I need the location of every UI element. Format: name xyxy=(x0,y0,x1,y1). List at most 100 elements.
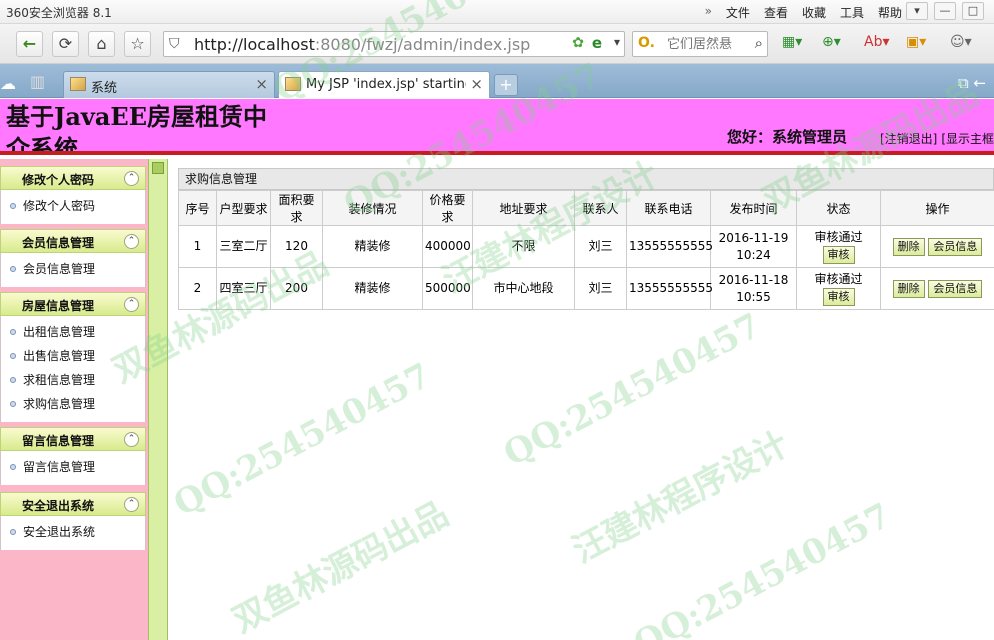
column-header: 联系人 xyxy=(574,190,627,226)
menu-favorites[interactable]: 收藏 xyxy=(802,4,826,21)
show-home-link[interactable]: [显示主框 xyxy=(941,132,994,146)
sidebar-item-label: 安全退出系统 xyxy=(23,525,96,539)
audit-button[interactable]: 审核 xyxy=(822,288,855,306)
group-body: 修改个人密码 xyxy=(0,190,146,224)
chevron-down-icon[interactable]: ▾ xyxy=(614,35,620,49)
sidebar-item-members[interactable]: 会员信息管理 xyxy=(1,257,145,281)
cell-decor: 精装修 xyxy=(322,267,423,310)
cell-area: 120 xyxy=(270,225,323,268)
maximize-icon[interactable]: □ xyxy=(962,2,984,20)
cell-contact: 刘三 xyxy=(574,225,627,268)
back-arrow-icon[interactable]: ← xyxy=(16,31,43,57)
delete-button[interactable]: 删除 xyxy=(892,237,925,256)
close-icon[interactable]: × xyxy=(470,75,483,93)
group-body: 出租信息管理 出售信息管理 求租信息管理 求购信息管理 xyxy=(0,316,146,422)
sidebar-toggle-icon[interactable]: ▥ xyxy=(30,72,45,91)
sidebar-item-rent-out[interactable]: 出租信息管理 xyxy=(1,320,145,344)
sidebar-item-sale[interactable]: 出售信息管理 xyxy=(1,344,145,368)
member-info-button[interactable]: 会员信息 xyxy=(928,279,983,298)
cell-address: 市中心地段 xyxy=(472,267,575,310)
tab-label: My JSP 'index.jsp' starting p xyxy=(306,77,466,92)
group-header[interactable]: 安全退出系统 ⌃ xyxy=(0,492,146,516)
cell-actions: 删除 会员信息 xyxy=(880,267,994,310)
sidebar-item-messages[interactable]: 留言信息管理 xyxy=(1,455,145,479)
collapse-icon[interactable]: ⌃ xyxy=(124,171,139,186)
group-body: 会员信息管理 xyxy=(0,253,146,287)
close-icon[interactable]: × xyxy=(255,75,268,93)
sidebar-item-want-buy[interactable]: 求购信息管理 xyxy=(1,392,145,416)
collapse-icon[interactable]: ⌃ xyxy=(124,497,139,512)
menu-help[interactable]: 帮助 xyxy=(878,4,902,21)
group-members: 会员信息管理 ⌃ 会员信息管理 xyxy=(0,229,146,287)
sidebar-menu: 修改个人密码 ⌃ 修改个人密码 会员信息管理 ⌃ 会员信息管理 房屋信息管理 ⌃… xyxy=(0,159,148,640)
tab-menu-icon[interactable]: ⧉ ← xyxy=(958,74,986,92)
logout-link[interactable]: [注销退出] xyxy=(880,132,937,146)
address-bar[interactable]: ⛉ http://localhost:8080/fwzj/admin/index… xyxy=(163,31,625,57)
collapse-icon[interactable]: ⌃ xyxy=(124,297,139,312)
compat-mode-icon[interactable]: e xyxy=(592,34,602,52)
column-header: 地址要求 xyxy=(472,190,575,226)
menu-view[interactable]: 查看 xyxy=(764,4,788,21)
group-header[interactable]: 会员信息管理 ⌃ xyxy=(0,229,146,253)
tab-system[interactable]: 系统 × xyxy=(63,71,275,98)
extension-icon[interactable]: ☺▾ xyxy=(950,34,972,50)
bullet-icon xyxy=(10,464,16,470)
group-header[interactable]: 修改个人密码 ⌃ xyxy=(0,166,146,190)
collapse-icon[interactable]: ⌃ xyxy=(124,432,139,447)
audit-button[interactable]: 审核 xyxy=(822,246,855,264)
home-icon[interactable]: ⌂ xyxy=(88,31,115,57)
column-header: 价格要求 xyxy=(422,190,473,226)
delete-button[interactable]: 删除 xyxy=(892,279,925,298)
sidebar-splitter[interactable] xyxy=(148,159,168,640)
sidebar: 修改个人密码 ⌃ 修改个人密码 会员信息管理 ⌃ 会员信息管理 房屋信息管理 ⌃… xyxy=(0,159,168,640)
watermark-developer: 汪建林程序设计 xyxy=(566,424,796,572)
cell-area: 200 xyxy=(270,267,323,310)
collapse-icon[interactable]: ⌃ xyxy=(124,234,139,249)
sidebar-item-logout[interactable]: 安全退出系统 xyxy=(1,520,145,544)
sidebar-item-label: 出售信息管理 xyxy=(23,349,96,363)
watermark-qq: QQ:254540457 xyxy=(627,495,898,640)
refresh-icon[interactable]: ⟳ xyxy=(52,31,79,57)
group-password: 修改个人密码 ⌃ 修改个人密码 xyxy=(0,166,146,224)
splitter-handle[interactable] xyxy=(152,162,164,174)
minimize-icon[interactable]: — xyxy=(934,2,956,20)
group-messages: 留言信息管理 ⌃ 留言信息管理 xyxy=(0,427,146,485)
panel-title: 求购信息管理 xyxy=(178,168,994,190)
search-engine-icon[interactable]: O. xyxy=(638,35,655,51)
menu-tools[interactable]: 工具 xyxy=(840,4,864,21)
cell-contact: 刘三 xyxy=(574,267,627,310)
table-header-row: 序号 户型要求 面积要求 装修情况 价格要求 地址要求 联系人 联系电话 发布时… xyxy=(178,190,994,226)
sidebar-item-label: 修改个人密码 xyxy=(23,199,96,213)
translate-icon[interactable]: Ab▾ xyxy=(864,34,890,50)
member-info-button[interactable]: 会员信息 xyxy=(928,237,983,256)
purchase-request-table: 序号 户型要求 面积要求 装修情况 价格要求 地址要求 联系人 联系电话 发布时… xyxy=(178,190,994,310)
security-guard-icon[interactable]: ⊕▾ xyxy=(822,34,841,50)
bullet-icon xyxy=(10,353,16,359)
menu-file[interactable]: 文件 xyxy=(726,4,750,21)
search-icon[interactable]: ⌕ xyxy=(755,34,763,52)
group-header[interactable]: 房屋信息管理 ⌃ xyxy=(0,292,146,316)
star-icon[interactable]: ☆ xyxy=(124,31,151,57)
watermark-qq: QQ:254540457 xyxy=(167,355,438,525)
skin-icon[interactable]: ▾ xyxy=(906,2,928,20)
column-header: 状态 xyxy=(796,190,881,226)
browser-menu: » 文件 查看 收藏 工具 帮助 xyxy=(705,4,902,21)
sidebar-item-want-rent[interactable]: 求租信息管理 xyxy=(1,368,145,392)
bullet-icon xyxy=(10,203,16,209)
cell-no: 2 xyxy=(178,267,217,310)
address-url[interactable]: http://localhost:8080/fwzj/admin/index.j… xyxy=(194,35,530,54)
column-header: 序号 xyxy=(178,190,217,226)
search-box[interactable]: O. ⌕ xyxy=(632,31,768,57)
group-header[interactable]: 留言信息管理 ⌃ xyxy=(0,427,146,451)
column-header: 操作 xyxy=(880,190,994,226)
bullet-icon xyxy=(10,329,16,335)
new-tab-button[interactable]: + xyxy=(494,74,518,96)
reload-icon[interactable]: ✿ xyxy=(572,35,584,51)
menu-more-arrow[interactable]: » xyxy=(705,4,712,21)
apps-grid-icon[interactable]: ▦▾ xyxy=(782,34,802,50)
sidebar-item-change-password[interactable]: 修改个人密码 xyxy=(1,194,145,218)
search-input[interactable] xyxy=(667,35,743,53)
tab-index-jsp[interactable]: My JSP 'index.jsp' starting p × xyxy=(278,71,490,98)
screenshot-icon[interactable]: ▣▾ xyxy=(906,34,926,50)
cloud-icon[interactable]: ☁ xyxy=(0,74,16,93)
